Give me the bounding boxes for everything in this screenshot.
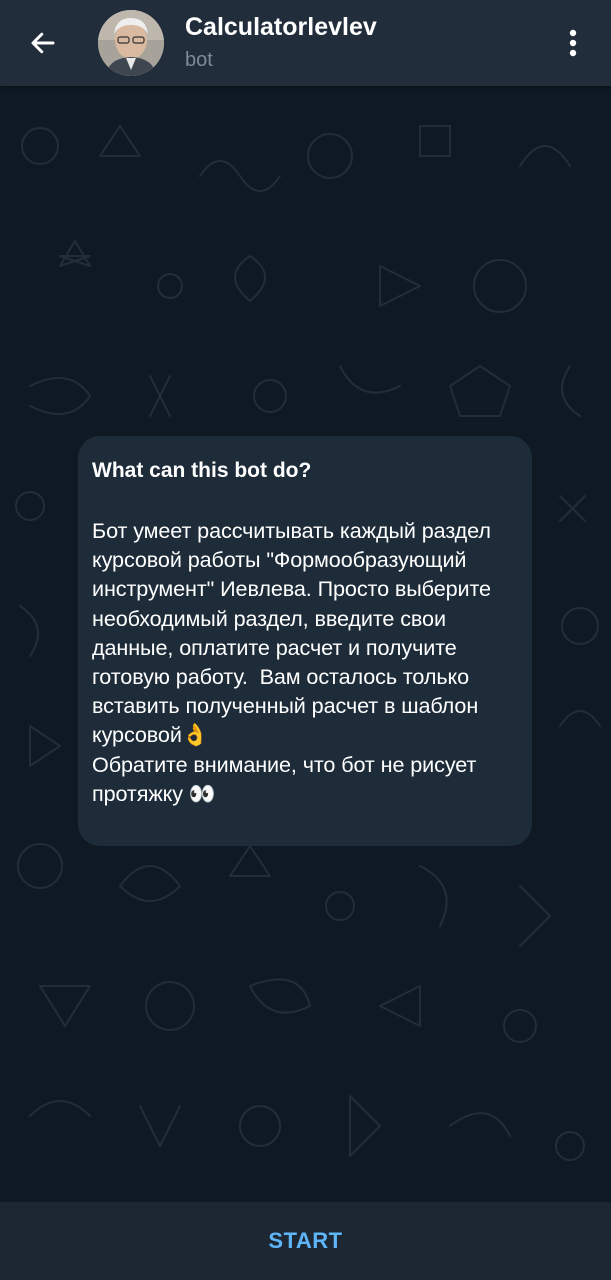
bot-info-description: Бот умеет рассчитывать каждый раздел кур… [92,518,491,806]
arrow-left-icon [31,32,55,54]
chat-subtitle: bot [185,49,213,71]
chat-title[interactable]: Calculatorlevlev [185,13,377,42]
telegram-bot-chat: Calculatorlevlev bot What can this bot d… [0,0,611,1280]
avatar[interactable] [98,10,164,76]
bot-info-title: What can this bot do? [92,459,312,482]
start-button[interactable]: START [238,1218,372,1264]
bot-info-bubble: What can this bot do? Бот умеет рассчиты… [78,436,532,846]
menu-button[interactable] [556,22,590,64]
chat-area[interactable]: What can this bot do? Бот умеет рассчиты… [0,86,611,1202]
more-vertical-icon [569,29,577,57]
back-button[interactable] [22,22,64,64]
bottom-bar: START [0,1202,611,1280]
chat-header: Calculatorlevlev bot [0,0,611,86]
avatar-image [98,10,164,76]
